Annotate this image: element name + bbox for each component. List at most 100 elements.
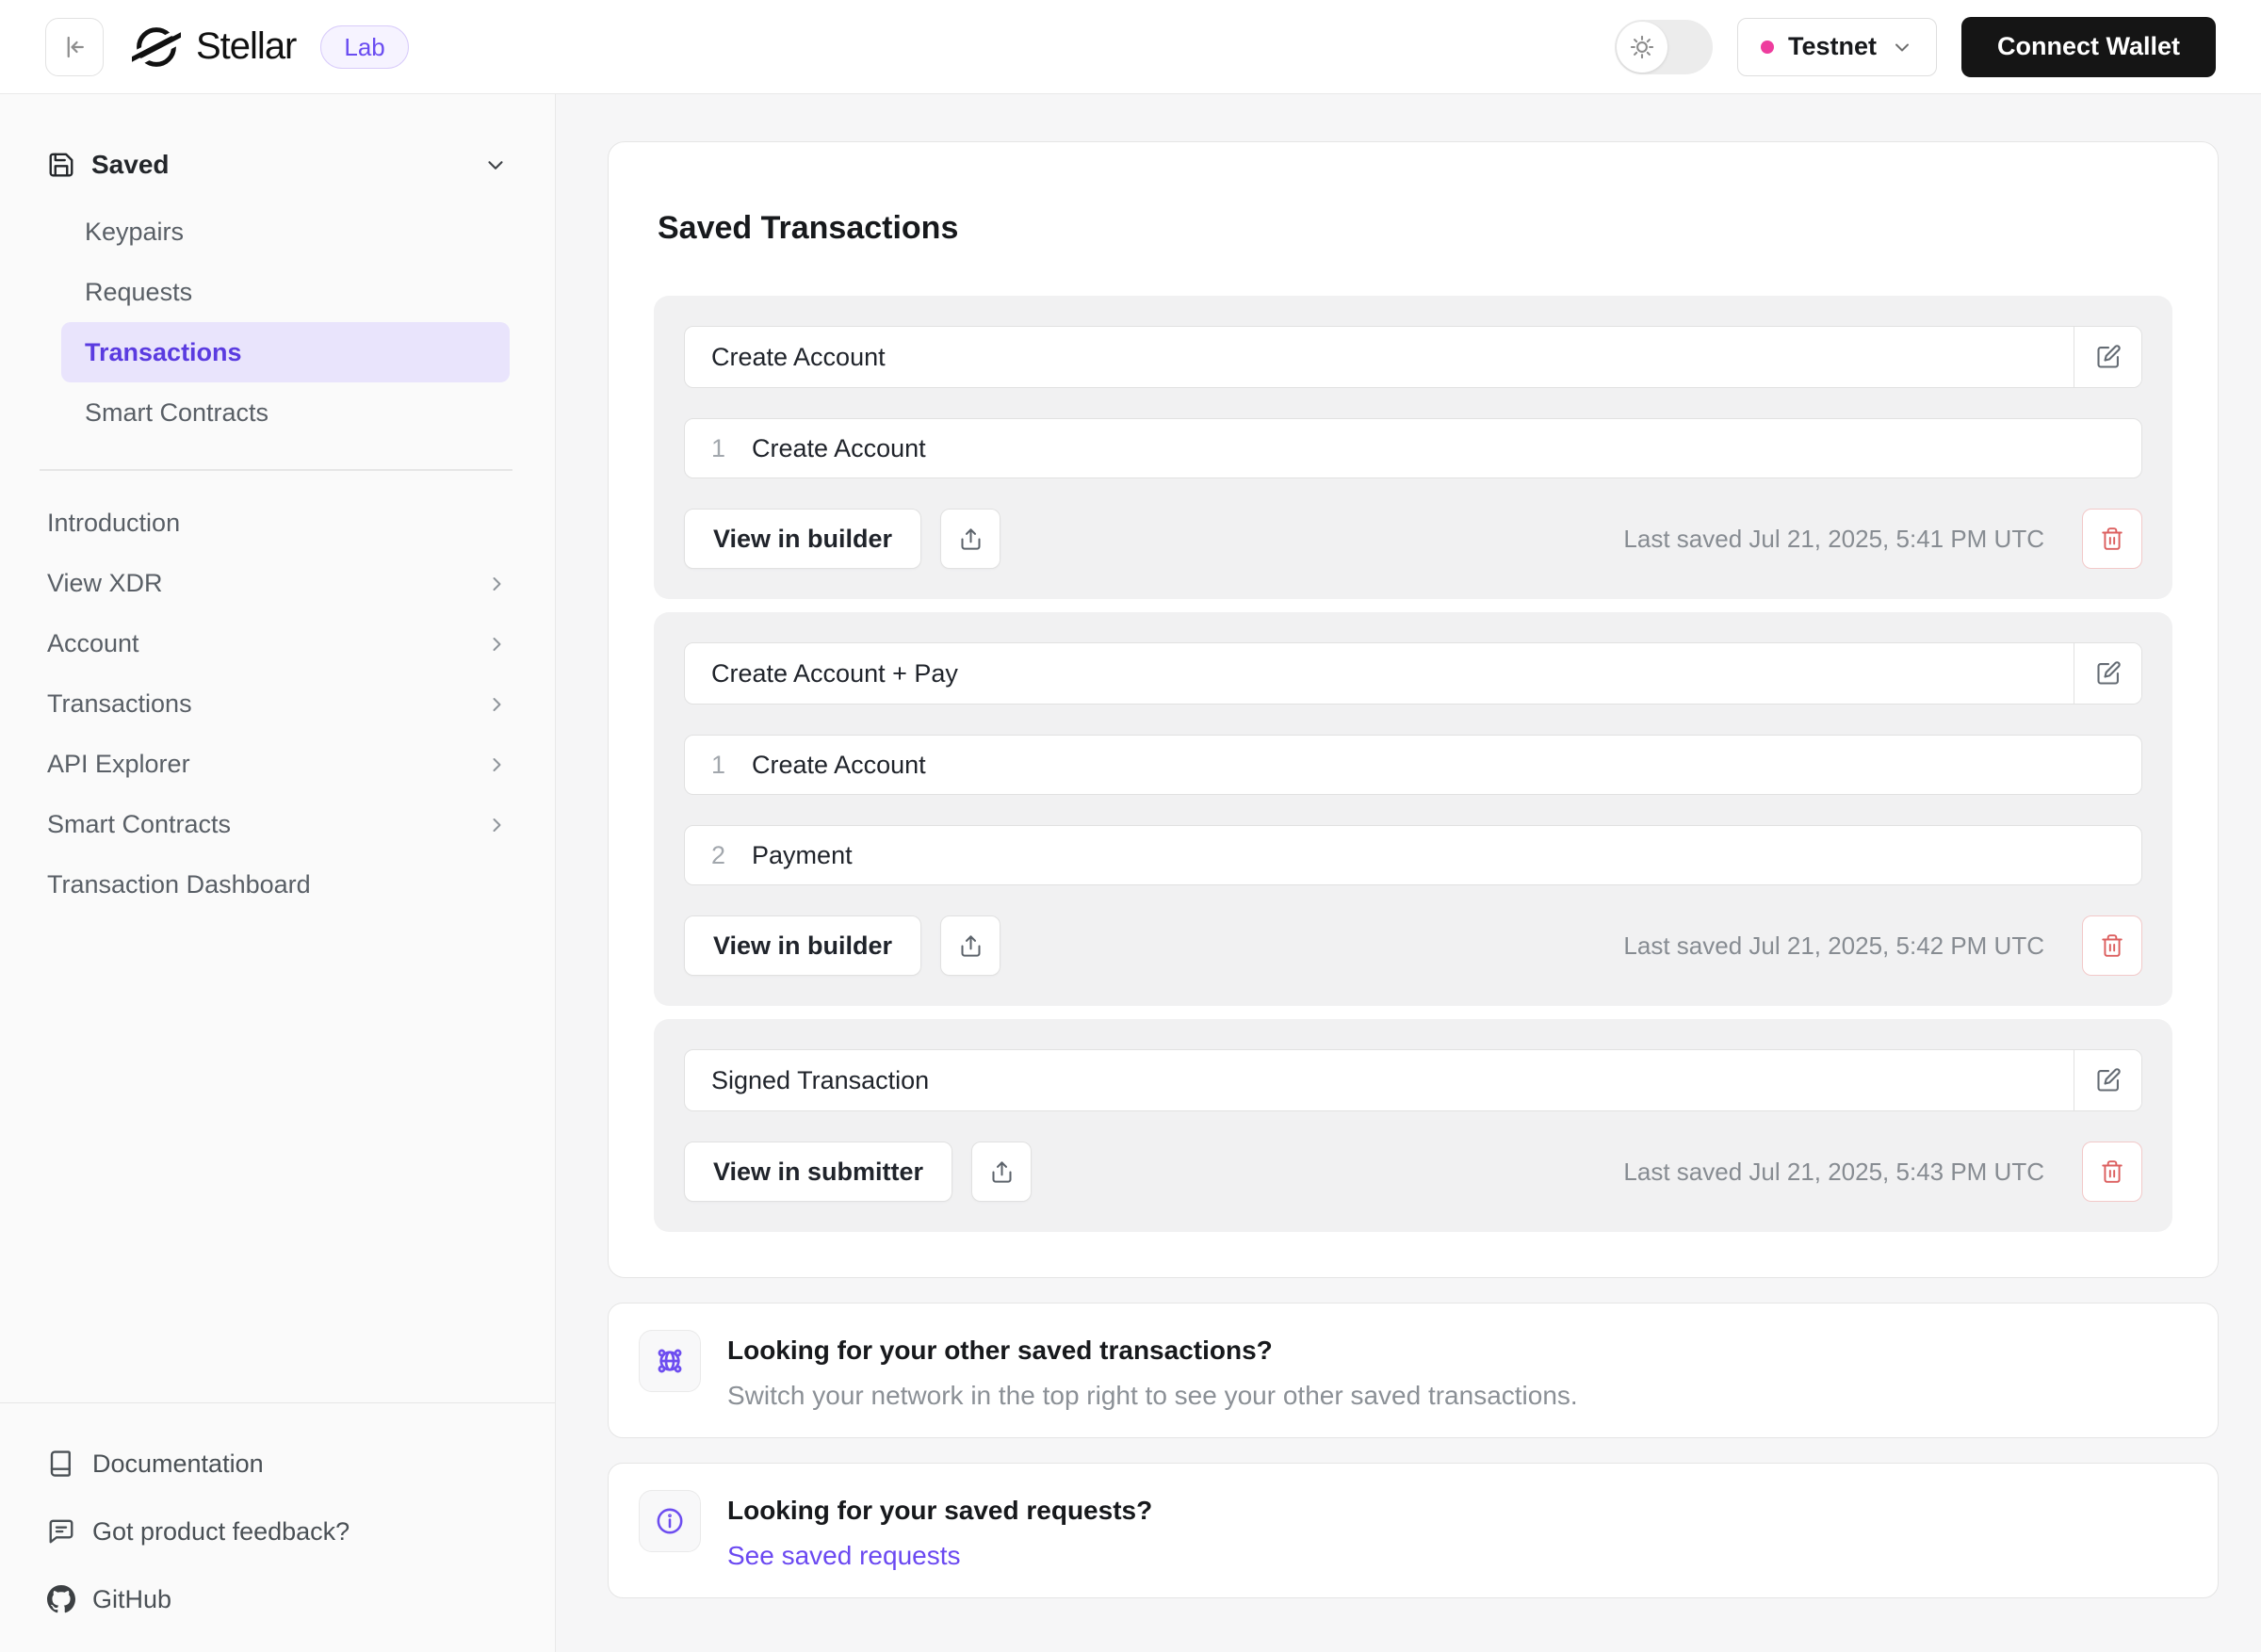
nav-item-label: Introduction (47, 509, 181, 537)
transaction-card-footer: View in submitter Last saved Jul 21, 202… (684, 1142, 2142, 1202)
chevron-right-icon (485, 693, 508, 716)
share-button[interactable] (940, 915, 1001, 976)
trash-icon (2100, 526, 2124, 551)
transaction-name-row: Create Account (684, 326, 2142, 388)
github-icon (47, 1585, 75, 1613)
sidebar-section-label: Saved (91, 150, 170, 179)
stellar-logo (132, 23, 181, 72)
sidebar-item-requests[interactable]: Requests (61, 262, 510, 322)
sidebar-item-introduction[interactable]: Introduction (0, 494, 555, 554)
chevron-right-icon (485, 633, 508, 656)
sidebar-divider (40, 469, 512, 471)
delete-transaction-button[interactable] (2082, 509, 2142, 569)
nav-item-label: Account (47, 629, 139, 657)
share-button[interactable] (971, 1142, 1033, 1202)
operation-row: 1 Create Account (684, 418, 2142, 478)
trash-icon (2100, 1159, 2124, 1184)
saved-requests-info-box: Looking for your saved requests? See sav… (608, 1463, 2219, 1598)
collapse-sidebar-button[interactable] (45, 17, 104, 76)
footer-link-label: Got product feedback? (92, 1516, 350, 1546)
operation-label: Create Account (752, 433, 926, 462)
save-icon (47, 151, 75, 179)
info-title: Looking for your other saved transaction… (727, 1336, 1273, 1365)
connect-wallet-button[interactable]: Connect Wallet (1960, 16, 2216, 77)
sidebar-item-transactions-active[interactable]: Transactions (61, 322, 510, 382)
operation-index: 1 (711, 750, 726, 779)
sidebar-item-keypairs[interactable]: Keypairs (61, 202, 510, 262)
sidebar: Saved Keypairs Requests Transactions Sma… (0, 94, 556, 1652)
chevron-right-icon (485, 753, 508, 776)
collapse-sidebar-icon (60, 33, 89, 61)
network-select[interactable]: Testnet (1736, 17, 1937, 76)
network-status-dot (1760, 40, 1774, 54)
nav-item-label: API Explorer (47, 750, 190, 778)
sidebar-item-smart-contracts[interactable]: Smart Contracts (61, 382, 510, 443)
sidebar-item-transactions-nav[interactable]: Transactions (0, 674, 555, 735)
stellar-brand-link[interactable]: Stellar (132, 23, 297, 72)
share-button[interactable] (940, 509, 1001, 569)
sun-icon (1616, 21, 1667, 73)
info-description: Switch your network in the top right to … (727, 1381, 1578, 1410)
theme-toggle[interactable] (1614, 19, 1713, 74)
transaction-name-field[interactable]: Create Account + Pay (685, 643, 2074, 704)
saved-transaction-card: Signed Transaction View in submitter Las… (654, 1019, 2172, 1232)
feedback-link[interactable]: Got product feedback? (47, 1498, 508, 1565)
edit-name-button[interactable] (2074, 327, 2141, 387)
sidebar-item-view-xdr[interactable]: View XDR (0, 554, 555, 614)
footer-link-label: Documentation (92, 1449, 264, 1478)
sidebar-item-transaction-dashboard[interactable]: Transaction Dashboard (0, 855, 555, 915)
nav-item-label: Transactions (47, 689, 192, 718)
github-link[interactable]: GitHub (47, 1565, 508, 1633)
operation-label: Payment (752, 840, 853, 869)
transaction-name-field[interactable]: Create Account (685, 327, 2074, 387)
brand-name: Stellar (196, 25, 297, 67)
last-saved-timestamp: Last saved Jul 21, 2025, 5:41 PM UTC (1623, 524, 2044, 553)
main-content: Saved Transactions Create Account 1 Crea… (556, 94, 2261, 1652)
footer-link-label: GitHub (92, 1584, 172, 1613)
edit-icon (2095, 344, 2122, 370)
chevron-down-icon (1891, 36, 1913, 58)
edit-icon (2095, 660, 2122, 687)
share-icon (958, 526, 984, 552)
other-saved-transactions-info-box: Looking for your other saved transaction… (608, 1303, 2219, 1438)
see-saved-requests-link[interactable]: See saved requests (727, 1541, 1152, 1571)
share-icon (989, 1159, 1015, 1185)
documentation-link[interactable]: Documentation (47, 1430, 508, 1498)
transaction-card-footer: View in builder Last saved Jul 21, 2025,… (684, 509, 2142, 569)
chevron-down-icon (483, 153, 508, 177)
network-label: Testnet (1787, 32, 1877, 60)
view-in-builder-button[interactable]: View in builder (684, 509, 922, 569)
nav-item-label: View XDR (47, 569, 163, 597)
view-in-submitter-button[interactable]: View in submitter (684, 1142, 953, 1202)
delete-transaction-button[interactable] (2082, 1142, 2142, 1202)
sidebar-item-smart-contracts-nav[interactable]: Smart Contracts (0, 795, 555, 855)
operation-index: 1 (711, 433, 726, 462)
saved-transaction-card: Create Account + Pay 1 Create Account 2 … (654, 612, 2172, 1006)
edit-name-button[interactable] (2074, 1050, 2141, 1110)
share-icon (958, 933, 984, 959)
info-title: Looking for your saved requests? (727, 1496, 1153, 1525)
feedback-icon (47, 1517, 75, 1546)
last-saved-timestamp: Last saved Jul 21, 2025, 5:43 PM UTC (1623, 1157, 2044, 1186)
sidebar-section-saved[interactable]: Saved (0, 138, 555, 192)
transaction-name-row: Signed Transaction (684, 1049, 2142, 1111)
delete-transaction-button[interactable] (2082, 915, 2142, 976)
edit-icon (2095, 1067, 2122, 1093)
sidebar-item-api-explorer[interactable]: API Explorer (0, 735, 555, 795)
saved-transaction-card: Create Account 1 Create Account View in … (654, 296, 2172, 599)
operation-index: 2 (711, 840, 726, 869)
operation-row: 1 Create Account (684, 735, 2142, 795)
network-globe-icon (639, 1330, 701, 1392)
last-saved-timestamp: Last saved Jul 21, 2025, 5:42 PM UTC (1623, 931, 2044, 960)
book-icon (47, 1450, 75, 1478)
transaction-name-field[interactable]: Signed Transaction (685, 1050, 2074, 1110)
page-title: Saved Transactions (658, 210, 959, 246)
edit-name-button[interactable] (2074, 643, 2141, 704)
nav-item-label: Smart Contracts (47, 810, 232, 838)
transaction-name-row: Create Account + Pay (684, 642, 2142, 705)
chevron-right-icon (485, 814, 508, 836)
sidebar-item-account[interactable]: Account (0, 614, 555, 674)
trash-icon (2100, 933, 2124, 958)
operation-row: 2 Payment (684, 825, 2142, 885)
view-in-builder-button[interactable]: View in builder (684, 915, 922, 976)
